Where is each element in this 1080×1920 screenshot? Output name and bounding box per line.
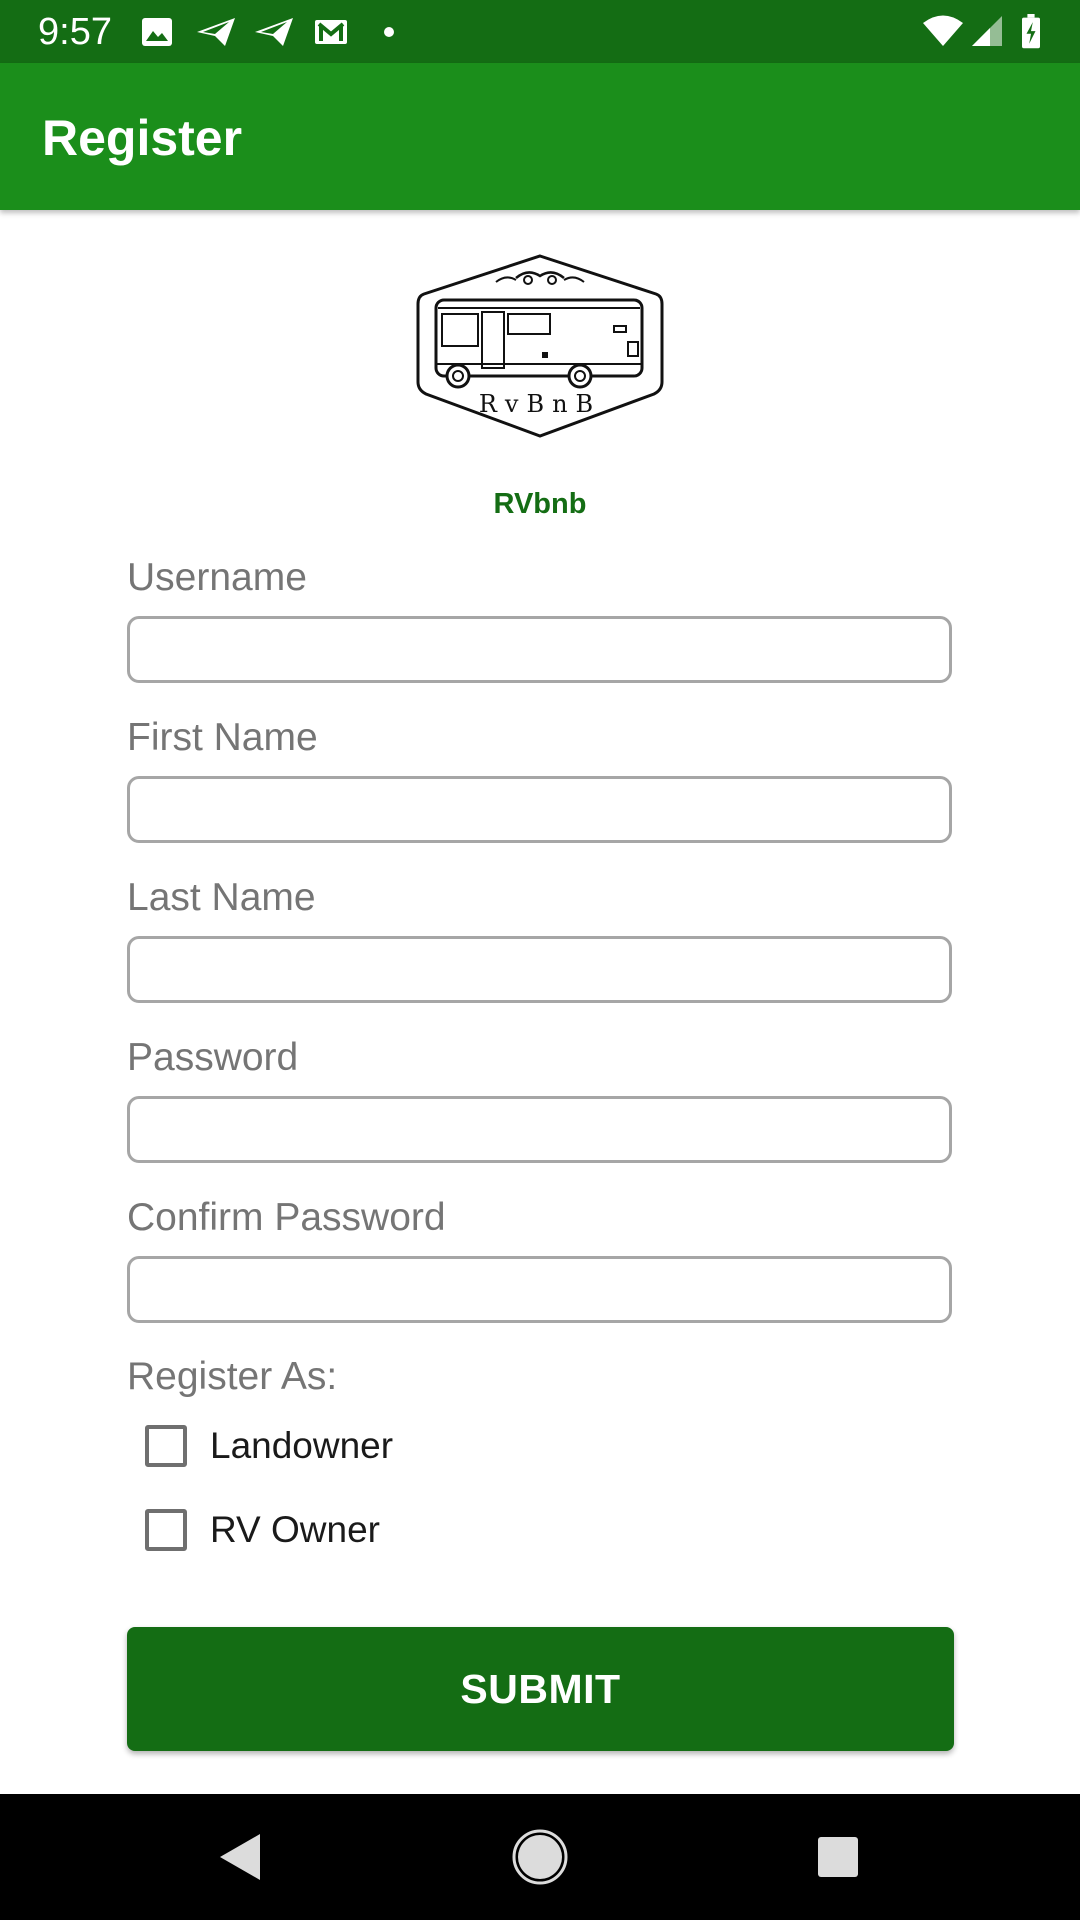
rv-logo-icon: RvBnB — [416, 254, 664, 438]
send-icon — [197, 18, 235, 46]
status-bar: 9:57 — [0, 0, 1080, 63]
app-bar: Register — [0, 63, 1080, 210]
cell-signal-icon — [972, 16, 1002, 46]
password-input[interactable] — [127, 1096, 952, 1163]
recents-icon[interactable] — [805, 1824, 871, 1890]
confirm-password-input[interactable] — [127, 1256, 952, 1323]
submit-button[interactable]: SUBMIT — [127, 1627, 954, 1751]
gmail-icon — [315, 20, 347, 44]
landowner-label: Landowner — [210, 1425, 394, 1466]
register-as-label: Register As: — [127, 1355, 338, 1398]
rv-owner-label: RV Owner — [210, 1509, 380, 1550]
landowner-checkbox[interactable] — [145, 1425, 187, 1467]
rv-owner-checkbox[interactable] — [145, 1509, 187, 1551]
username-input[interactable] — [127, 616, 952, 683]
status-time: 9:57 — [38, 11, 112, 53]
register-screen: 9:57 Register RvBnB RVbnb Username First… — [0, 0, 1080, 1920]
brand-name: RVbnb — [493, 488, 587, 520]
dot-icon — [384, 27, 394, 37]
landowner-checkbox-row[interactable]: Landowner — [145, 1421, 393, 1471]
first-name-label: First Name — [127, 716, 318, 759]
last-name-label: Last Name — [127, 876, 316, 919]
logo-text: RvBnB — [479, 390, 601, 418]
back-icon[interactable] — [206, 1824, 272, 1890]
page-title: Register — [42, 110, 243, 166]
battery-charging-icon — [1022, 14, 1040, 49]
first-name-input[interactable] — [127, 776, 952, 843]
send-icon — [255, 18, 293, 46]
rv-owner-checkbox-row[interactable]: RV Owner — [145, 1505, 380, 1555]
password-label: Password — [127, 1036, 299, 1079]
home-icon[interactable] — [507, 1824, 573, 1890]
image-icon — [142, 18, 172, 46]
confirm-password-label: Confirm Password — [127, 1196, 446, 1239]
wifi-icon — [923, 15, 963, 46]
navigation-bar — [0, 1794, 1080, 1920]
last-name-input[interactable] — [127, 936, 952, 1003]
username-label: Username — [127, 556, 307, 599]
